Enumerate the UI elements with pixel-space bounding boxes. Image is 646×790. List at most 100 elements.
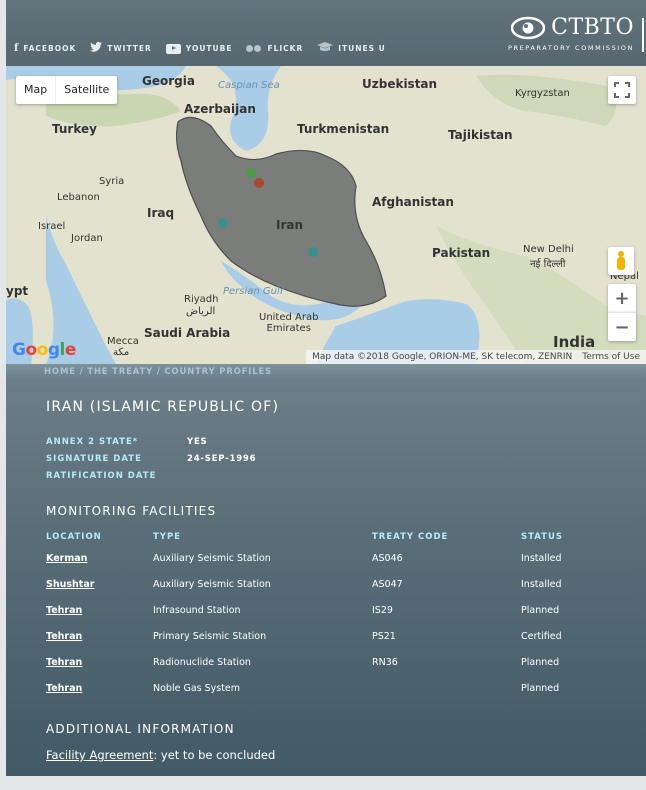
terms-of-use-link[interactable]: Terms of Use	[582, 352, 640, 362]
map-label-georgia: Georgia	[142, 74, 195, 88]
table-row: Tehran Noble Gas System Planned	[6, 683, 646, 709]
site-header: f FACEBOOK TWITTER YOUTUBE FLICKR ITUNES…	[6, 0, 646, 66]
page-frame: f FACEBOOK TWITTER YOUTUBE FLICKR ITUNES…	[6, 0, 646, 776]
map-label-new-delhi: New Delhi	[523, 244, 574, 255]
breadcrumb-country-profiles[interactable]: COUNTRY PROFILES	[164, 367, 272, 377]
facility-status: Installed	[521, 579, 562, 590]
map-label-pakistan: Pakistan	[432, 246, 491, 260]
country-map[interactable]: Georgia Caspian Sea Uzbekistan Kyrgyzsta…	[6, 66, 646, 364]
location-link[interactable]: Tehran	[46, 605, 82, 616]
itunes-u-icon	[317, 42, 334, 55]
treaty-code: AS047	[372, 579, 403, 590]
map-label-caspian: Caspian Sea	[218, 80, 280, 91]
additional-information-text: Facility Agreement: yet to be concluded	[46, 748, 276, 762]
map-label-riyadh: Riyadh	[184, 294, 219, 305]
station-marker-teal-2[interactable]	[308, 247, 318, 257]
facility-status: Planned	[521, 683, 560, 694]
map-label-azerbaijan: Azerbaijan	[184, 102, 256, 116]
signature-date-value: 24-SEP-1996	[187, 454, 257, 464]
map-label-iran: Iran	[276, 218, 304, 232]
youtube-icon	[165, 43, 181, 54]
country-profile: HOME / THE TREATY / COUNTRY PROFILES IRA…	[6, 364, 646, 776]
facebook-link[interactable]: f FACEBOOK	[14, 42, 76, 54]
map-label-riyadh-local: الرياض	[186, 306, 216, 317]
map-label-iraq: Iraq	[147, 206, 175, 220]
twitter-link[interactable]: TWITTER	[90, 42, 151, 55]
facility-type: Auxiliary Seismic Station	[153, 579, 271, 590]
page-title: IRAN (ISLAMIC REPUBLIC OF)	[46, 399, 280, 415]
treaty-code: IS29	[372, 605, 393, 616]
ctbto-logo[interactable]: CTBTO PREPARATORY COMMISSION	[508, 16, 644, 52]
zoom-in-button[interactable]: +	[608, 284, 636, 312]
treaty-code: PS21	[372, 631, 396, 642]
column-header-location: LOCATION	[46, 532, 102, 542]
map-type-satellite-button[interactable]: Satellite	[56, 76, 117, 104]
treaty-code: AS046	[372, 553, 403, 564]
map-label-uzbekistan: Uzbekistan	[362, 77, 438, 91]
street-view-pegman[interactable]	[608, 247, 634, 275]
table-row: Shushtar Auxiliary Seismic Station AS047…	[6, 579, 646, 605]
social-links: f FACEBOOK TWITTER YOUTUBE FLICKR ITUNES…	[14, 42, 400, 55]
youtube-link[interactable]: YOUTUBE	[165, 43, 233, 54]
ctbto-eye-icon	[511, 16, 546, 40]
map-label-saudi-arabia: Saudi Arabia	[144, 326, 231, 340]
map-label-israel: Israel	[38, 221, 66, 232]
flickr-link[interactable]: FLICKR	[246, 44, 303, 53]
ratification-date-label: RATIFICATION DATE	[46, 471, 157, 481]
map-label-syria: Syria	[99, 176, 125, 187]
map-terrain	[6, 66, 646, 364]
facility-type: Radionuclide Station	[153, 657, 251, 668]
station-marker-teal[interactable]	[218, 218, 228, 228]
location-link[interactable]: Shushtar	[46, 579, 94, 590]
treaty-code: RN36	[372, 657, 398, 668]
map-type-map-button[interactable]: Map	[16, 76, 57, 104]
map-label-jordan: Jordan	[71, 233, 103, 244]
location-link[interactable]: Tehran	[46, 683, 82, 694]
facebook-icon: f	[14, 42, 19, 54]
facility-agreement-link[interactable]: Facility Agreement	[46, 748, 153, 762]
location-link[interactable]: Tehran	[46, 657, 82, 668]
facility-status: Planned	[521, 657, 560, 668]
column-header-type: TYPE	[153, 532, 181, 542]
map-label-tajikistan: Tajikistan	[448, 128, 513, 142]
station-marker-red[interactable]	[254, 178, 264, 188]
facility-status: Certified	[521, 631, 562, 642]
column-header-status: STATUS	[521, 532, 564, 542]
location-link[interactable]: Kerman	[46, 553, 87, 564]
breadcrumb-the-treaty[interactable]: THE TREATY	[87, 367, 153, 377]
facility-status: Planned	[521, 605, 560, 616]
signature-date-label: SIGNATURE DATE	[46, 454, 142, 464]
facility-type: Auxiliary Seismic Station	[153, 553, 271, 564]
location-link[interactable]: Tehran	[46, 631, 82, 642]
map-label-kyrgyzstan: Kyrgyzstan	[515, 88, 570, 99]
annex-label: ANNEX 2 STATE*	[46, 437, 139, 447]
map-label-persian-gulf: Persian Gulf	[223, 286, 284, 297]
map-attribution: Map data ©2018 Google, ORION-ME, SK tele…	[306, 350, 646, 364]
map-type-control: Map Satellite	[16, 76, 118, 104]
zoom-out-button[interactable]: −	[608, 312, 636, 341]
table-row: Tehran Radionuclide Station RN36 Planned	[6, 657, 646, 683]
map-label-mecca-local: مكة	[113, 347, 130, 358]
station-marker-green[interactable]	[246, 168, 256, 178]
annex-value: YES	[187, 437, 208, 447]
map-label-turkmenistan: Turkmenistan	[297, 122, 390, 136]
facility-status: Installed	[521, 553, 562, 564]
map-label-india: India	[553, 333, 596, 351]
map-label-turkey: Turkey	[52, 122, 97, 136]
facility-type: Primary Seismic Station	[153, 631, 267, 642]
google-logo[interactable]: Google	[12, 340, 76, 360]
map-label-afghanistan: Afghanistan	[372, 195, 454, 209]
column-header-treaty-code: TREATY CODE	[372, 532, 449, 542]
flickr-icon	[246, 44, 262, 53]
map-label-mecca: Mecca	[107, 336, 139, 347]
itunes-u-link[interactable]: ITUNES U	[317, 42, 386, 55]
table-row: Tehran Infrasound Station IS29 Planned	[6, 605, 646, 631]
breadcrumb-home[interactable]: HOME	[44, 367, 76, 377]
additional-information-title: ADDITIONAL INFORMATION	[46, 722, 235, 736]
fullscreen-button[interactable]	[608, 76, 636, 104]
twitter-icon	[90, 42, 103, 55]
breadcrumb: HOME / THE TREATY / COUNTRY PROFILES	[44, 367, 272, 377]
facility-type: Infrasound Station	[153, 605, 241, 616]
map-label-lebanon: Lebanon	[57, 192, 100, 203]
fullscreen-icon	[614, 82, 630, 98]
